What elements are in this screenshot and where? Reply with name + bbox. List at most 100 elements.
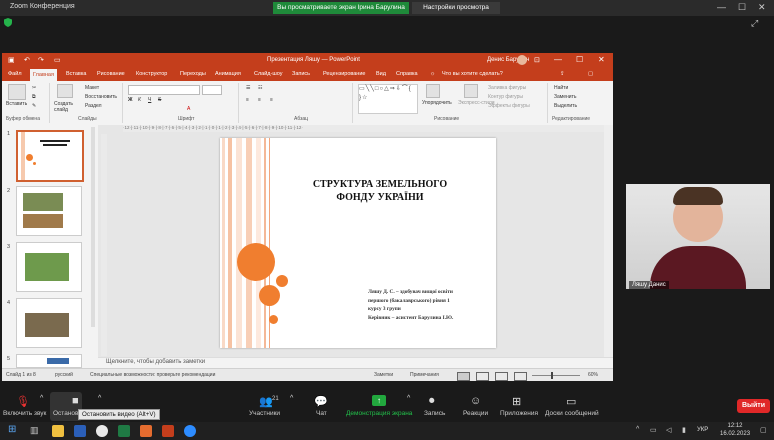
reset-button[interactable]: Восстановить (85, 94, 117, 100)
share-screen-button[interactable]: Демонстрация экрана (346, 410, 412, 417)
thumbnails-scrollbar[interactable] (91, 127, 95, 327)
tab-review[interactable]: Рецензирование (323, 71, 365, 77)
powerpoint-icon[interactable] (162, 425, 174, 437)
cut-icon[interactable]: ✂ (32, 85, 36, 91)
comments-icon[interactable]: ▢ (588, 71, 593, 77)
word-icon[interactable] (74, 425, 86, 437)
apps-button[interactable]: Приложения (500, 410, 538, 417)
tab-draw[interactable]: Рисование (97, 71, 125, 77)
ppt-maximize-button[interactable]: ☐ (576, 55, 583, 64)
zoom-icon[interactable] (184, 425, 196, 437)
strikethrough-icon[interactable]: S (158, 97, 161, 103)
replace-button[interactable]: Заменить (554, 94, 576, 100)
tab-slideshow[interactable]: Слайд-шоу (254, 71, 283, 77)
notes-placeholder[interactable]: Щелкните, чтобы добавить заметки (106, 359, 205, 365)
quick-styles-icon[interactable] (464, 84, 478, 98)
save-icon[interactable]: ▣ (8, 56, 15, 64)
ribbon-display-icon[interactable]: ⊡ (534, 56, 540, 64)
tab-file[interactable]: Файл (8, 71, 22, 77)
shape-effects-button[interactable]: Эффекты фигуры (488, 103, 530, 109)
share-icon[interactable]: ⇪ (560, 71, 565, 77)
excel-icon[interactable] (118, 425, 130, 437)
record-icon[interactable]: ⏺ (429, 395, 435, 408)
slideshow-view-icon[interactable] (514, 372, 527, 381)
underline-icon[interactable]: Ч (148, 97, 151, 103)
bold-icon[interactable]: Ж (128, 97, 133, 103)
paste-icon[interactable] (8, 84, 26, 100)
shield-icon[interactable] (4, 18, 12, 27)
ppt-close-button[interactable]: ✕ (598, 55, 605, 64)
slide-sorter-icon[interactable] (476, 372, 489, 381)
mic-muted-icon[interactable]: 🎙 (16, 395, 30, 408)
notes-button[interactable]: Заметки (374, 372, 393, 378)
arrange-button[interactable]: Упорядочить (422, 100, 452, 106)
find-button[interactable]: Найти (554, 85, 568, 91)
normal-view-icon[interactable] (457, 372, 470, 381)
ppt-minimize-button[interactable]: — (554, 55, 562, 64)
slide-thumbnail-5[interactable] (16, 354, 82, 368)
slide-title[interactable]: СТРУКТУРА ЗЕМЕЛЬНОГО ФОНДУ УКРАЇНИ (290, 178, 470, 204)
apps-icon[interactable]: ⊞ (512, 395, 521, 408)
whiteboard-icon[interactable]: ▭ (566, 395, 576, 408)
numbering-icon[interactable]: ☷ (258, 85, 262, 91)
maximize-button[interactable]: ☐ (738, 2, 746, 13)
participants-chevron-icon[interactable]: ^ (290, 395, 293, 402)
zoom-level[interactable]: 60% (588, 372, 598, 378)
font-family-select[interactable] (128, 85, 200, 95)
redo-icon[interactable]: ↷ (38, 56, 44, 64)
reactions-icon[interactable]: ☺ (470, 395, 481, 407)
editor-scrollbar[interactable] (604, 125, 613, 367)
clock[interactable]: 12:12 16.02.2023 (720, 422, 750, 438)
video-camera-icon[interactable]: ■ (72, 395, 79, 407)
accessibility-status[interactable]: Специальные возможности: проверьте реком… (90, 372, 215, 378)
new-slide-button[interactable]: Создать слайд (54, 101, 78, 113)
avatar[interactable] (517, 55, 527, 65)
tab-view[interactable]: Вид (376, 71, 386, 77)
zoom-slider[interactable] (532, 375, 580, 376)
shape-outline-button[interactable]: Контур фигуры (488, 94, 523, 100)
task-view-icon[interactable]: ▥ (30, 425, 39, 436)
slide-thumbnail-4[interactable] (16, 298, 82, 348)
stop-video-button[interactable]: Останов (53, 410, 78, 417)
zoom-slider-thumb[interactable] (551, 372, 553, 379)
unmute-button[interactable]: Включить звук (3, 410, 46, 417)
tell-me-search[interactable]: Что вы хотите сделать? (442, 71, 503, 77)
tab-animations[interactable]: Анимация (215, 71, 241, 77)
slide-body-text[interactable]: Ляшу Д. С. – здобувач вищої освіти першо… (368, 288, 493, 322)
participant-video[interactable] (626, 184, 770, 289)
chrome-icon[interactable] (96, 425, 108, 437)
share-screen-icon[interactable]: ↑ (372, 395, 386, 406)
layout-button[interactable]: Макет (85, 85, 99, 91)
bullets-icon[interactable]: ☰ (246, 85, 250, 91)
close-button[interactable]: ✕ (758, 2, 766, 13)
keyboard-language[interactable]: УКР (697, 427, 708, 433)
notifications-icon[interactable]: ▢ (760, 426, 767, 434)
comments-button[interactable]: Примечания (410, 372, 439, 378)
tab-home[interactable]: Главная (30, 69, 57, 81)
shapes-gallery[interactable]: ▭╲╲□○△⇒⇩⌒{ }☆ (358, 84, 418, 114)
new-slide-icon[interactable] (57, 84, 73, 98)
slide-thumbnail-3[interactable] (16, 242, 82, 292)
reactions-button[interactable]: Реакции (463, 410, 488, 417)
shape-fill-button[interactable]: Заливка фигуры (488, 85, 526, 91)
audio-options-chevron-icon[interactable]: ^ (40, 395, 43, 402)
chat-button[interactable]: Чат (316, 410, 327, 417)
fullscreen-icon[interactable]: ⤢ (751, 18, 758, 29)
windows-start-icon[interactable]: ⊞ (8, 424, 16, 435)
copy-icon[interactable]: ⧉ (32, 94, 36, 100)
slideshow-icon[interactable]: ▭ (54, 56, 61, 64)
whiteboards-button[interactable]: Доски сообщений (545, 410, 599, 417)
tab-record[interactable]: Запись (292, 71, 310, 77)
volume-icon[interactable]: ◁ (666, 426, 671, 434)
section-button[interactable]: Раздел (85, 103, 102, 109)
language-indicator[interactable]: русский (55, 372, 73, 378)
share-chevron-icon[interactable]: ^ (407, 395, 410, 402)
current-slide[interactable]: СТРУКТУРА ЗЕМЕЛЬНОГО ФОНДУ УКРАЇНИ Ляшу … (220, 138, 496, 348)
tray-chevron-icon[interactable]: ^ (636, 426, 639, 433)
format-painter-icon[interactable]: ✎ (32, 103, 36, 109)
tab-design[interactable]: Конструктор (136, 71, 167, 77)
tab-help[interactable]: Справка (396, 71, 418, 77)
tab-transitions[interactable]: Переходы (180, 71, 206, 77)
align-left-icon[interactable]: ≡ (246, 97, 249, 103)
participants-button[interactable]: Участники (249, 410, 280, 417)
